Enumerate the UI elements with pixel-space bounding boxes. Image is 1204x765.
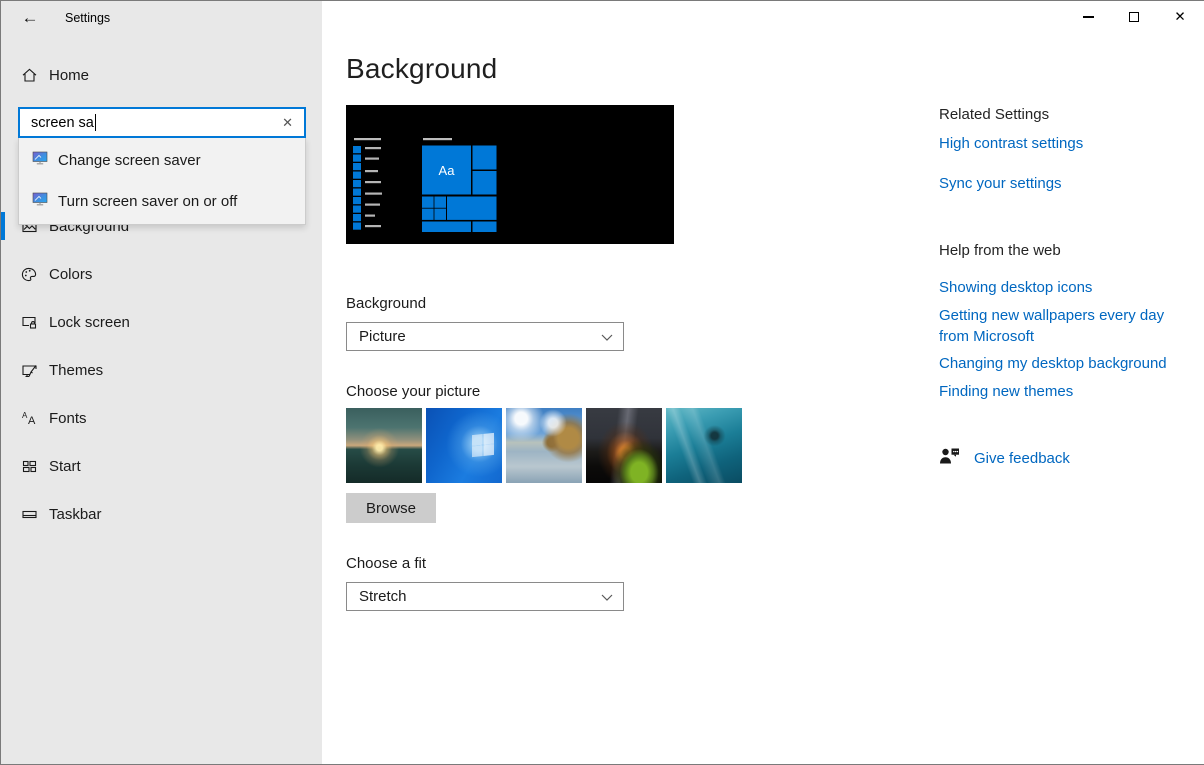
sidebar-item-label: Themes [49,362,103,379]
window-controls: ✕ [1065,1,1203,33]
link-getting-new-wallpapers[interactable]: Getting new wallpapers every day from Mi… [939,305,1174,347]
sidebar-item-colors[interactable]: Colors [1,254,322,294]
thumbnail-beach-rocks[interactable] [506,408,582,483]
window-title: Settings [65,11,110,25]
chevron-down-icon [601,328,613,346]
maximize-icon [1129,12,1139,22]
select-value: Picture [359,328,406,345]
sidebar-item-label: Colors [49,266,92,283]
back-arrow-icon: ← [22,8,39,28]
select-value: Stretch [359,588,407,605]
search-value: screen sa [31,115,94,131]
search-suggestions: Change screen saver Turn screen saver on… [18,138,306,225]
suggestion-turn-screen-saver[interactable]: Turn screen saver on or off [19,181,305,222]
lock-screen-icon [21,314,38,331]
taskbar-icon [21,506,38,523]
give-feedback-label: Give feedback [974,450,1070,467]
link-changing-desktop-background[interactable]: Changing my desktop background [939,353,1174,374]
windows-logo-glow [472,433,494,457]
fit-select[interactable]: Stretch [346,582,624,611]
give-feedback-link[interactable]: Give feedback [939,446,1070,470]
selected-accent-bar [1,212,5,240]
home-icon [21,67,38,84]
help-from-web-title: Help from the web [939,242,1061,259]
sidebar-item-label: Home [49,67,89,84]
text-caret [95,114,97,131]
suggestion-label: Turn screen saver on or off [58,193,237,210]
choose-picture-label: Choose your picture [346,383,480,400]
svg-text:A: A [28,415,36,427]
themes-icon [21,362,38,379]
sidebar-item-label: Fonts [49,410,87,427]
sidebar-item-fonts[interactable]: AA Fonts [1,398,322,438]
minimize-button[interactable] [1065,1,1111,33]
browse-button[interactable]: Browse [346,493,436,523]
clear-search-icon[interactable]: ✕ [279,113,296,133]
sidebar-item-start[interactable]: Start [1,446,322,486]
thumbnail-night-sky[interactable] [586,408,662,483]
maximize-button[interactable] [1111,1,1157,33]
aa-tile-label: Aa [439,163,456,178]
background-preview: Aa [346,105,674,244]
link-showing-desktop-icons[interactable]: Showing desktop icons [939,277,1174,298]
close-icon: ✕ [1174,10,1185,24]
search-input[interactable]: screen sa ✕ [18,107,306,138]
back-button[interactable]: ← [13,5,47,31]
sidebar-item-label: Taskbar [49,506,102,523]
feedback-person-icon [939,446,960,470]
suggestion-change-screen-saver[interactable]: Change screen saver [19,140,305,181]
fonts-icon: AA [21,410,38,427]
start-menu-mockup: Aa [346,105,674,244]
settings-window: ← Settings Home Background Colors [0,0,1204,765]
related-settings-title: Related Settings [939,106,1049,123]
link-finding-new-themes[interactable]: Finding new themes [939,381,1174,402]
screen-saver-icon [32,192,48,212]
screen-saver-icon [32,151,48,171]
picture-thumbnails [346,408,742,483]
sidebar-item-themes[interactable]: Themes [1,350,322,390]
sidebar-item-taskbar[interactable]: Taskbar [1,494,322,534]
thumbnail-underwater[interactable] [666,408,742,483]
background-field-label: Background [346,295,426,312]
sidebar: ← Settings Home Background Colors [1,1,322,764]
sidebar-item-lock-screen[interactable]: Lock screen [1,302,322,342]
link-high-contrast[interactable]: High contrast settings [939,133,1174,154]
close-button[interactable]: ✕ [1157,1,1203,33]
choose-fit-label: Choose a fit [346,555,426,572]
suggestion-label: Change screen saver [58,152,201,169]
thumbnail-ocean-sunset[interactable] [346,408,422,483]
sidebar-item-home[interactable]: Home [1,55,322,95]
sidebar-item-label: Start [49,458,81,475]
background-type-select[interactable]: Picture [346,322,624,351]
sidebar-item-label: Lock screen [49,314,130,331]
palette-icon [21,266,38,283]
minimize-icon [1083,16,1094,18]
link-sync-settings[interactable]: Sync your settings [939,173,1174,194]
page-title: Background [346,53,497,85]
start-tiles-icon [21,458,38,475]
chevron-down-icon [601,588,613,606]
thumbnail-windows-default[interactable] [426,408,502,483]
